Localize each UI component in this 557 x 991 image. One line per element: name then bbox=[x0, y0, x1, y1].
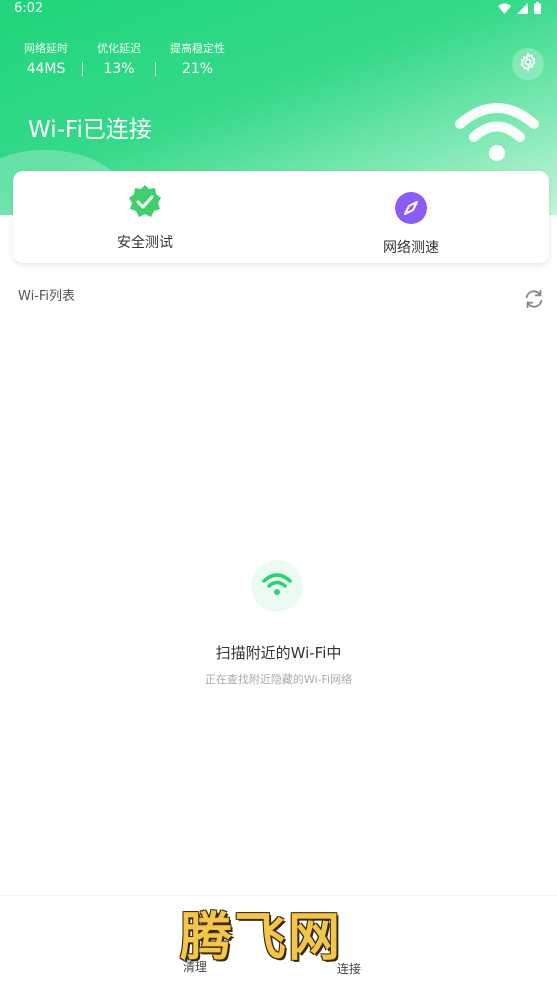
compass-icon bbox=[394, 191, 428, 229]
watermark-logo: 腾飞网 bbox=[180, 907, 343, 968]
stat-label: 网络延时 bbox=[24, 42, 68, 55]
battery-icon bbox=[534, 2, 541, 18]
stat-value: 13% bbox=[103, 61, 135, 77]
status-bar: 6:02 bbox=[0, 0, 557, 20]
scan-status-subtitle: 正在查找附近隐藏的Wi-Fi网络 bbox=[204, 673, 353, 686]
network-stats: 网络延时 44MS 优化延迟 13% 提高稳定性 21% bbox=[24, 40, 237, 77]
stat-divider bbox=[82, 62, 83, 76]
speed-test-button[interactable]: 网络测速 bbox=[383, 191, 439, 257]
tool-label: 网络测速 bbox=[383, 240, 439, 256]
status-time: 6:02 bbox=[14, 1, 44, 16]
stat-value: 21% bbox=[181, 61, 214, 77]
connection-title: Wi-Fi已连接 bbox=[28, 117, 152, 143]
stat-optimize: 优化延迟 13% bbox=[97, 40, 153, 77]
scan-status-title: 扫描附近的Wi-Fi中 bbox=[215, 644, 342, 662]
wifi-list-title: Wi-Fi列表 bbox=[18, 289, 76, 304]
wifi-icon bbox=[262, 572, 292, 600]
cell-signal-icon bbox=[517, 2, 528, 18]
tool-label: 安全测试 bbox=[117, 235, 173, 251]
security-test-button[interactable]: 安全测试 bbox=[117, 184, 173, 252]
wifi-large-icon bbox=[454, 98, 540, 168]
stat-latency: 网络延时 44MS bbox=[24, 40, 80, 77]
gear-icon bbox=[518, 52, 538, 76]
scanning-wifi-badge bbox=[251, 560, 303, 612]
stat-label: 优化延迟 bbox=[97, 42, 141, 55]
refresh-icon[interactable] bbox=[523, 288, 545, 314]
wifi-signal-icon bbox=[498, 3, 511, 18]
shield-check-icon bbox=[127, 184, 163, 224]
tools-card: 安全测试 网络测速 bbox=[13, 171, 549, 263]
settings-button[interactable] bbox=[512, 48, 544, 80]
stat-label: 提高稳定性 bbox=[170, 42, 225, 55]
status-icons bbox=[498, 2, 541, 18]
stat-divider bbox=[155, 62, 156, 76]
stat-value: 44MS bbox=[26, 61, 66, 77]
stat-stability: 提高稳定性 21% bbox=[170, 40, 237, 77]
